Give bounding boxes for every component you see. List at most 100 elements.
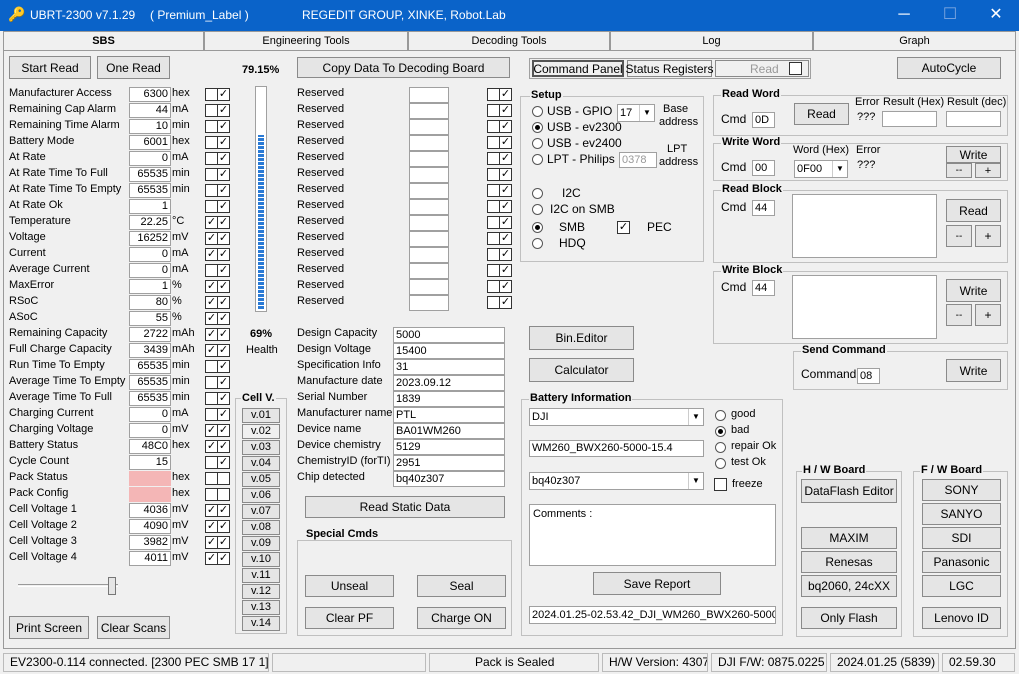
ww-minus-button[interactable]: -- xyxy=(946,163,972,178)
cellv-button[interactable]: v.08 xyxy=(242,520,280,535)
lpt-address-input[interactable]: 0378 xyxy=(619,152,657,168)
sbs-row-read-checkbox[interactable]: ✓ xyxy=(217,408,230,421)
bq2060-button[interactable]: bq2060, 24cXX xyxy=(801,575,897,597)
freeze-checkbox[interactable] xyxy=(714,478,727,491)
read-static-data-button[interactable]: Read Static Data xyxy=(305,496,505,518)
wb-plus-button[interactable]: + xyxy=(975,304,1001,326)
word-hex-select[interactable]: 0F00 ▼ xyxy=(794,160,848,178)
sbs-row-read-checkbox[interactable]: ✓ xyxy=(217,152,230,165)
sbs-row-read-checkbox[interactable]: ✓ xyxy=(217,232,230,245)
clear-scans-button[interactable]: Clear Scans xyxy=(97,616,170,639)
rb-cmd-input[interactable]: 44 xyxy=(752,200,775,216)
sbs-row-read-checkbox[interactable]: ✓ xyxy=(217,296,230,309)
reserved-read-checkbox[interactable]: ✓ xyxy=(499,120,512,133)
battery-brand-select[interactable]: DJI ▼ xyxy=(529,408,704,426)
wb-cmd-input[interactable]: 44 xyxy=(752,280,775,296)
cellv-button[interactable]: v.06 xyxy=(242,488,280,503)
usb-ev2400-radio[interactable] xyxy=(532,138,543,149)
read-block-button[interactable]: Read xyxy=(946,199,1001,222)
bin-editor-button[interactable]: Bin.Editor xyxy=(529,326,634,350)
sbs-row-read-checkbox[interactable]: ✓ xyxy=(217,456,230,469)
cellv-button[interactable]: v.12 xyxy=(242,584,280,599)
sbs-row-read-checkbox[interactable]: ✓ xyxy=(217,200,230,213)
read-word-button[interactable]: Read xyxy=(794,103,849,125)
calculator-button[interactable]: Calculator xyxy=(529,358,634,382)
maxim-button[interactable]: MAXIM xyxy=(801,527,897,549)
minimize-button[interactable]: ─ xyxy=(881,0,927,31)
sbs-row-read-checkbox[interactable]: ✓ xyxy=(217,136,230,149)
sony-button[interactable]: SONY xyxy=(922,479,1001,501)
sbs-row-read-checkbox[interactable]: ✓ xyxy=(217,392,230,405)
tab-graph[interactable]: Graph xyxy=(813,31,1016,51)
save-report-button[interactable]: Save Report xyxy=(593,572,721,595)
sbs-row-read-checkbox[interactable]: ✓ xyxy=(217,168,230,181)
comments-input[interactable]: Comments : xyxy=(529,504,776,566)
clear-pf-button[interactable]: Clear PF xyxy=(305,607,394,629)
i2c-radio[interactable] xyxy=(532,188,543,199)
sbs-row-read-checkbox[interactable]: ✓ xyxy=(217,328,230,341)
reserved-read-checkbox[interactable]: ✓ xyxy=(499,232,512,245)
scan-slider-track[interactable] xyxy=(18,584,118,587)
command-panel-tab[interactable]: Command Panel xyxy=(532,60,624,77)
maximize-button[interactable]: ☐ xyxy=(927,0,973,31)
cellv-button[interactable]: v.05 xyxy=(242,472,280,487)
reserved-read-checkbox[interactable]: ✓ xyxy=(499,216,512,229)
rw-cmd-input[interactable]: 0D xyxy=(752,112,775,128)
sbs-row-read-checkbox[interactable]: ✓ xyxy=(217,376,230,389)
reserved-read-checkbox[interactable]: ✓ xyxy=(499,104,512,117)
rb-minus-button[interactable]: -- xyxy=(946,225,972,247)
reserved-read-checkbox[interactable]: ✓ xyxy=(499,136,512,149)
cellv-button[interactable]: v.09 xyxy=(242,536,280,551)
ww-plus-button[interactable]: + xyxy=(975,163,1001,178)
sbs-row-read-checkbox[interactable]: ✓ xyxy=(217,120,230,133)
scan-slider-thumb[interactable] xyxy=(108,577,116,595)
hdq-radio[interactable] xyxy=(532,238,543,249)
usb-gpio-radio[interactable] xyxy=(532,106,543,117)
write-block-button[interactable]: Write xyxy=(946,279,1001,302)
cellv-button[interactable]: v.01 xyxy=(242,408,280,423)
sbs-row-read-checkbox[interactable]: ✓ xyxy=(217,520,230,533)
cellv-button[interactable]: v.13 xyxy=(242,600,280,615)
reserved-read-checkbox[interactable]: ✓ xyxy=(499,168,512,181)
tab-sbs[interactable]: SBS xyxy=(3,31,204,51)
sanyo-button[interactable]: SANYO xyxy=(922,503,1001,525)
usb-ev2300-radio[interactable] xyxy=(532,122,543,133)
cellv-button[interactable]: v.10 xyxy=(242,552,280,567)
reserved-read-checkbox[interactable]: ✓ xyxy=(499,152,512,165)
renesas-button[interactable]: Renesas xyxy=(801,551,897,573)
pec-checkbox[interactable]: ✓ xyxy=(617,221,630,234)
sbs-row-read-checkbox[interactable] xyxy=(217,472,230,485)
reserved-read-checkbox[interactable]: ✓ xyxy=(499,296,512,309)
copy-to-decoding-button[interactable]: Copy Data To Decoding Board xyxy=(297,57,510,78)
sbs-row-read-checkbox[interactable]: ✓ xyxy=(217,504,230,517)
good-radio[interactable] xyxy=(715,410,726,421)
start-read-button[interactable]: Start Read xyxy=(9,56,91,79)
autocycle-button[interactable]: AutoCycle xyxy=(897,57,1001,79)
sbs-row-read-checkbox[interactable]: ✓ xyxy=(217,104,230,117)
sdi-button[interactable]: SDI xyxy=(922,527,1001,549)
close-button[interactable]: ✕ xyxy=(973,0,1019,31)
send-write-button[interactable]: Write xyxy=(946,359,1001,382)
reserved-read-checkbox[interactable]: ✓ xyxy=(499,280,512,293)
panasonic-button[interactable]: Panasonic xyxy=(922,551,1001,573)
test-ok-radio[interactable] xyxy=(715,458,726,469)
battery-model-input[interactable]: WM260_BWX260-5000-15.4 xyxy=(529,440,704,457)
sbs-row-read-checkbox[interactable]: ✓ xyxy=(217,344,230,357)
cellv-button[interactable]: v.14 xyxy=(242,616,280,631)
dataflash-editor-button[interactable]: DataFlash Editor xyxy=(801,479,897,503)
cellv-button[interactable]: v.03 xyxy=(242,440,280,455)
repair-ok-radio[interactable] xyxy=(715,442,726,453)
sbs-row-read-checkbox[interactable]: ✓ xyxy=(217,264,230,277)
seal-button[interactable]: Seal xyxy=(417,575,506,597)
print-screen-button[interactable]: Print Screen xyxy=(9,616,89,639)
sbs-row-read-checkbox[interactable]: ✓ xyxy=(217,248,230,261)
lenovo-id-button[interactable]: Lenovo ID xyxy=(922,607,1001,629)
sbs-row-read-checkbox[interactable]: ✓ xyxy=(217,440,230,453)
reserved-read-checkbox[interactable]: ✓ xyxy=(499,248,512,261)
sbs-row-read-checkbox[interactable]: ✓ xyxy=(217,88,230,101)
cellv-button[interactable]: v.11 xyxy=(242,568,280,583)
sbs-row-read-checkbox[interactable]: ✓ xyxy=(217,360,230,373)
only-flash-button[interactable]: Only Flash xyxy=(801,607,897,629)
cellv-button[interactable]: v.04 xyxy=(242,456,280,471)
sbs-row-read-checkbox[interactable]: ✓ xyxy=(217,312,230,325)
